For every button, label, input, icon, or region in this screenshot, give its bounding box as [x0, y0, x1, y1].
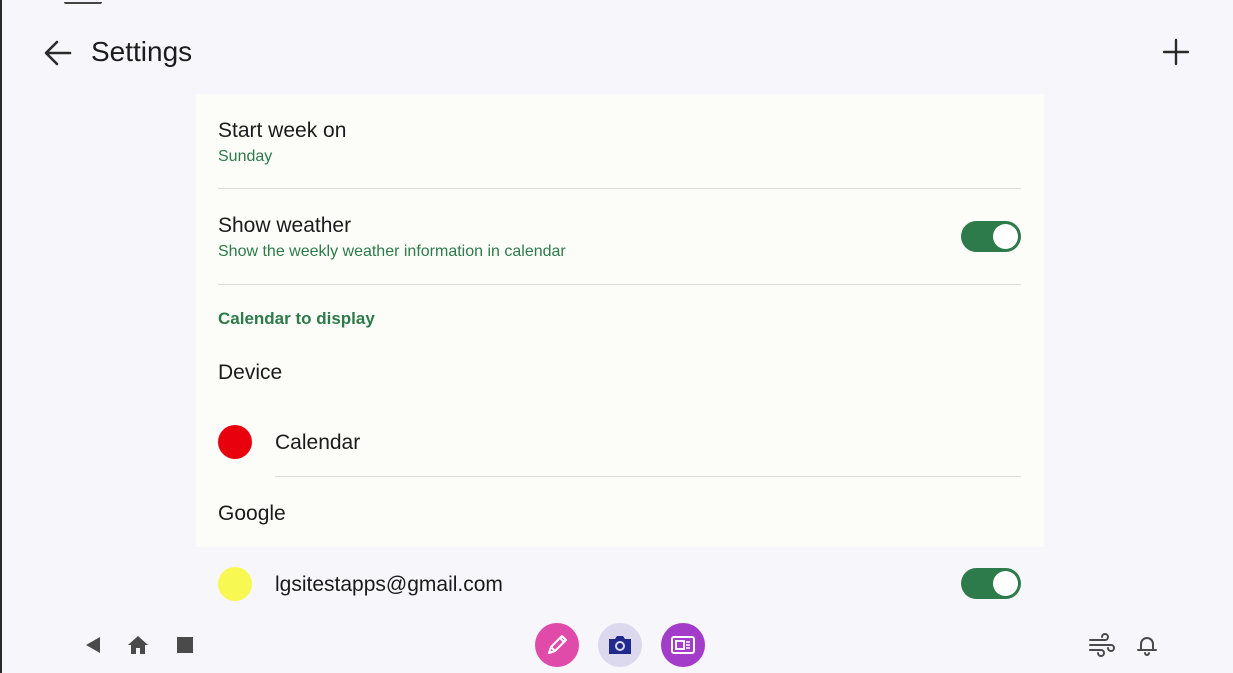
- settings-card: Start week on Sunday Show weather Show t…: [196, 94, 1044, 547]
- nav-home-button[interactable]: [123, 630, 153, 660]
- divider: [218, 284, 1021, 285]
- home-icon: [128, 636, 148, 654]
- nav-recents-button[interactable]: [170, 630, 200, 660]
- recents-square-icon: [177, 637, 193, 653]
- add-button[interactable]: [1156, 32, 1196, 72]
- start-week-label: Start week on: [218, 119, 347, 142]
- google-calendar-toggle[interactable]: [961, 568, 1021, 599]
- wind-icon: [1089, 633, 1115, 657]
- navigation-bar: [2, 618, 1233, 673]
- toggle-knob: [993, 571, 1018, 596]
- app-header: Settings: [2, 0, 1233, 100]
- show-weather-toggle[interactable]: [961, 221, 1021, 252]
- back-triangle-icon: [86, 637, 100, 653]
- back-button[interactable]: [38, 34, 78, 72]
- nav-back-button[interactable]: [78, 630, 108, 660]
- arrow-left-icon: [44, 40, 72, 66]
- show-weather-label: Show weather: [218, 214, 352, 237]
- calendar-item-label: lgsitestapps@gmail.com: [275, 573, 503, 596]
- calendar-color-dot: [218, 425, 252, 459]
- bell-icon: [1137, 637, 1157, 656]
- notifications-button[interactable]: [1132, 630, 1162, 660]
- screen-capture-app-button[interactable]: [661, 623, 705, 667]
- plus-icon: [1162, 38, 1190, 66]
- pen-icon: [548, 635, 567, 654]
- screen-capture-icon: [671, 636, 695, 654]
- group-label-device: Device: [218, 361, 283, 384]
- camera-app-button[interactable]: [598, 623, 642, 667]
- show-weather-description: Show the weekly weather information in c…: [218, 243, 566, 260]
- start-week-value: Sunday: [218, 148, 273, 165]
- calendar-section-header: Calendar to display: [218, 309, 375, 328]
- calendar-item-label: Calendar: [275, 431, 361, 454]
- group-label-google: Google: [218, 502, 286, 525]
- divider: [275, 476, 1021, 477]
- pen-app-button[interactable]: [535, 623, 579, 667]
- toggle-knob: [993, 224, 1018, 249]
- page-title: Settings: [91, 36, 193, 67]
- camera-icon: [609, 636, 631, 654]
- quick-settings-button[interactable]: [1085, 630, 1117, 660]
- calendar-color-dot: [218, 567, 252, 601]
